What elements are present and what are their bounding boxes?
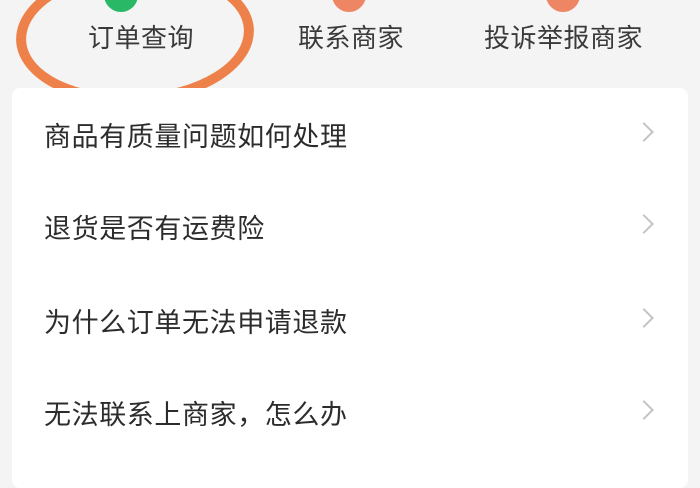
chat-icon bbox=[332, 0, 366, 12]
faq-card: 商品有质量问题如何处理 退货是否有运费险 为什么订单无法申请退款 无法联系上商家… bbox=[12, 88, 688, 488]
report-merchant-label: 投诉举报商家 bbox=[484, 24, 644, 54]
faq-item-label: 商品有质量问题如何处理 bbox=[44, 122, 348, 153]
chevron-right-icon bbox=[634, 122, 654, 142]
chevron-right-icon bbox=[634, 214, 654, 234]
faq-item-label: 为什么订单无法申请退款 bbox=[44, 308, 348, 339]
report-merchant-button[interactable]: 投诉举报商家 bbox=[470, 0, 670, 82]
faq-item-label: 无法联系上商家，怎么办 bbox=[44, 400, 348, 431]
faq-item-refund-unavailable[interactable]: 为什么订单无法申请退款 bbox=[12, 274, 688, 366]
contact-merchant-label: 联系商家 bbox=[298, 24, 405, 54]
faq-item-cannot-contact-merchant[interactable]: 无法联系上商家，怎么办 bbox=[12, 366, 688, 458]
order-query-label: 订单查询 bbox=[88, 24, 195, 54]
faq-item-return-shipping-insurance[interactable]: 退货是否有运费险 bbox=[12, 180, 688, 272]
top-actions: 订单查询 联系商家 投诉举报商家 bbox=[0, 0, 700, 111]
chevron-right-icon bbox=[634, 308, 654, 328]
order-icon bbox=[104, 0, 138, 12]
faq-item-quality-issue[interactable]: 商品有质量问题如何处理 bbox=[12, 88, 688, 180]
order-query-button[interactable]: 订单查询 bbox=[40, 0, 260, 82]
report-icon bbox=[546, 0, 580, 12]
chevron-right-icon bbox=[634, 400, 654, 420]
faq-item-label: 退货是否有运费险 bbox=[44, 214, 265, 245]
contact-merchant-button[interactable]: 联系商家 bbox=[280, 0, 430, 82]
